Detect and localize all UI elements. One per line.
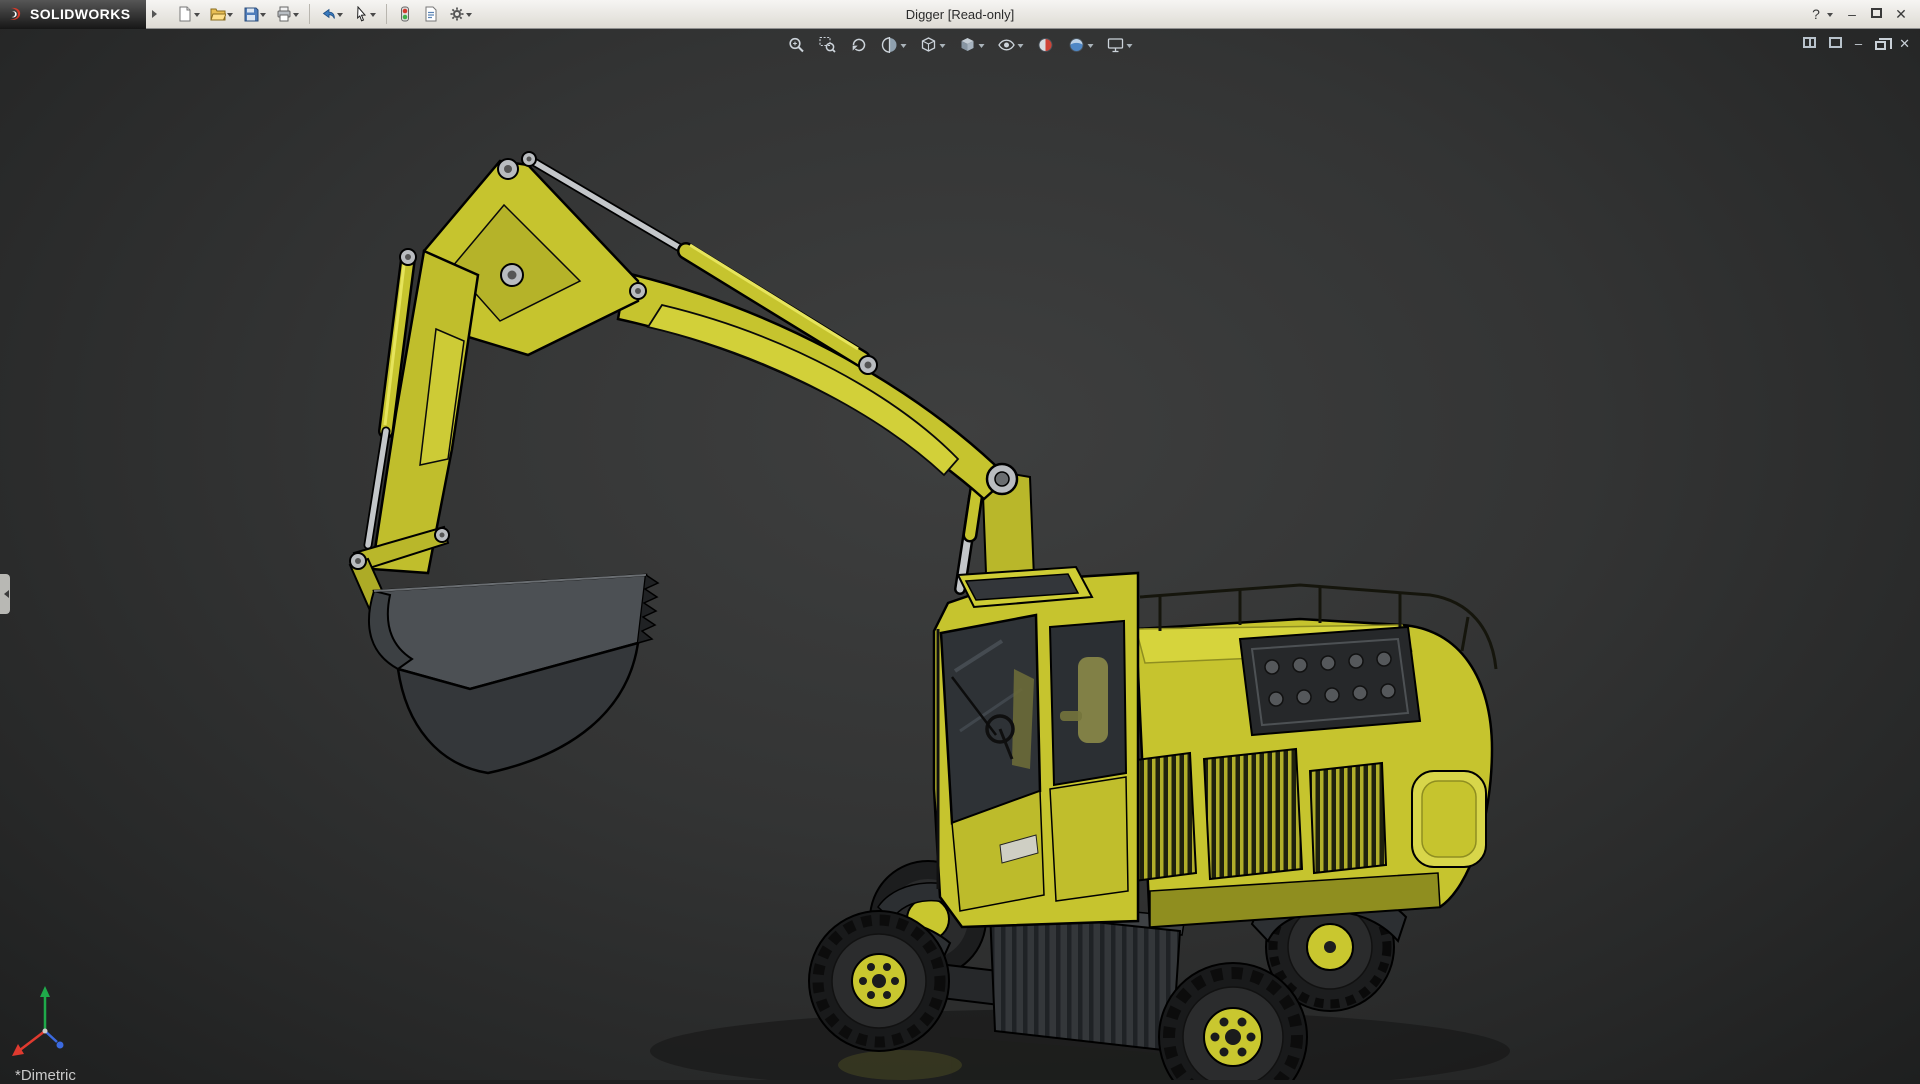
new-document-button[interactable] (173, 3, 204, 25)
menu-expand-icon[interactable] (152, 10, 161, 18)
eye-icon (998, 39, 1015, 51)
document-window-controls: – ✕ (1802, 35, 1910, 53)
edit-appearance-button[interactable] (1034, 34, 1058, 56)
cube-icon (921, 37, 936, 52)
featuremanager-flyout-tab[interactable] (0, 574, 10, 614)
chevron-down-icon (227, 12, 234, 20)
save-button[interactable] (239, 3, 270, 25)
scene-sphere-icon (1069, 38, 1084, 52)
view-orientation-button[interactable] (917, 34, 949, 56)
appearance-ball-icon (1038, 38, 1053, 52)
gear-icon (450, 7, 464, 21)
printer-icon (277, 6, 291, 22)
undo-arrow-icon (323, 8, 336, 19)
chevron-down-icon (337, 12, 344, 20)
section-sphere-icon (881, 37, 897, 53)
hide-show-items-button[interactable] (995, 34, 1027, 56)
window-controls: ? – ✕ (1807, 5, 1920, 23)
magnifier-icon (789, 37, 804, 53)
view-orientation-label: *Dimetric (15, 1067, 76, 1084)
cursor-icon (357, 6, 367, 22)
zoom-to-fit-button[interactable] (785, 34, 809, 56)
y-axis-arrow (40, 986, 50, 997)
chevron-down-icon (900, 43, 907, 51)
chevron-down-icon (1126, 43, 1133, 51)
magnifier-area-icon (819, 36, 836, 53)
undo-button[interactable] (316, 3, 347, 25)
zoom-to-area-button[interactable] (816, 34, 840, 56)
options-button[interactable] (445, 3, 476, 25)
chevron-down-icon (939, 43, 946, 51)
shaded-cube-icon (961, 38, 974, 51)
apply-scene-button[interactable] (1065, 34, 1097, 56)
chevron-down-icon (293, 12, 300, 20)
chevron-down-icon (1827, 12, 1833, 20)
heads-up-view-toolbar (785, 34, 1136, 56)
doc-close-button[interactable]: ✕ (1899, 37, 1910, 51)
seat (1078, 657, 1108, 743)
graphics-viewport[interactable]: – ✕ *Dimetric (0, 29, 1920, 1084)
chevron-down-icon (466, 12, 473, 20)
chevron-down-icon (194, 12, 201, 20)
back-arrow-icon (852, 38, 866, 52)
chevron-down-icon (370, 12, 377, 20)
previous-view-button[interactable] (847, 34, 871, 56)
print-button[interactable] (272, 3, 303, 25)
folder-icon (210, 8, 227, 21)
doc-restore-button[interactable] (1875, 35, 1893, 53)
titlebar: SOLIDWORKS Digger [Read-only] ? – ✕ (0, 0, 1920, 29)
section-view-button[interactable] (878, 34, 910, 56)
chevron-down-icon (260, 12, 267, 20)
traffic-light-icon (401, 6, 410, 22)
bucket[interactable] (367, 573, 660, 775)
brand-text: SOLIDWORKS (30, 6, 131, 22)
minimize-button[interactable]: – (1843, 5, 1861, 23)
file-properties-button[interactable] (419, 3, 443, 25)
document-lines-icon (425, 6, 437, 22)
pane-button[interactable] (1802, 35, 1816, 53)
front-left-wheel[interactable] (808, 910, 950, 1052)
split-pane-icon (1802, 37, 1816, 48)
main-toolbar (167, 3, 476, 25)
display-style-button[interactable] (956, 34, 988, 56)
x-axis-arrow (12, 1044, 24, 1056)
boom[interactable] (363, 151, 1019, 575)
excavator-model[interactable] (0, 29, 1920, 1080)
engine-deck (1238, 625, 1422, 737)
help-icon: ? (1812, 6, 1820, 22)
body-house[interactable] (1096, 583, 1498, 929)
maximize-button[interactable] (1871, 5, 1882, 23)
restore-icon (1875, 38, 1893, 50)
close-button[interactable]: ✕ (1892, 5, 1910, 23)
cab[interactable] (932, 565, 1140, 929)
chevron-down-icon (1017, 43, 1024, 51)
page-icon (179, 6, 191, 22)
maximize-icon (1871, 8, 1882, 18)
toolbar-separator (309, 4, 311, 24)
floppy-icon (244, 7, 259, 22)
monitor-icon (1107, 38, 1124, 53)
solidworks-logo: SOLIDWORKS (0, 0, 147, 29)
orientation-triad[interactable] (12, 986, 64, 1056)
select-button[interactable] (349, 3, 380, 25)
help-button[interactable]: ? (1807, 5, 1833, 23)
chevron-down-icon (1087, 43, 1094, 51)
toolbar-separator (386, 4, 388, 24)
doc-minimize-button[interactable]: – (1855, 37, 1862, 51)
chevron-left-icon (0, 590, 9, 598)
pane-single-button[interactable] (1828, 35, 1842, 53)
wheel-reflection (838, 1050, 962, 1080)
rebuild-button[interactable] (393, 3, 417, 25)
open-button[interactable] (206, 3, 237, 25)
side-grilles (1096, 747, 1388, 887)
ds-logo-icon (8, 6, 24, 22)
chevron-down-icon (978, 43, 985, 51)
view-settings-button[interactable] (1104, 34, 1136, 56)
z-axis-arrow (56, 1041, 64, 1049)
single-pane-icon (1828, 37, 1842, 48)
